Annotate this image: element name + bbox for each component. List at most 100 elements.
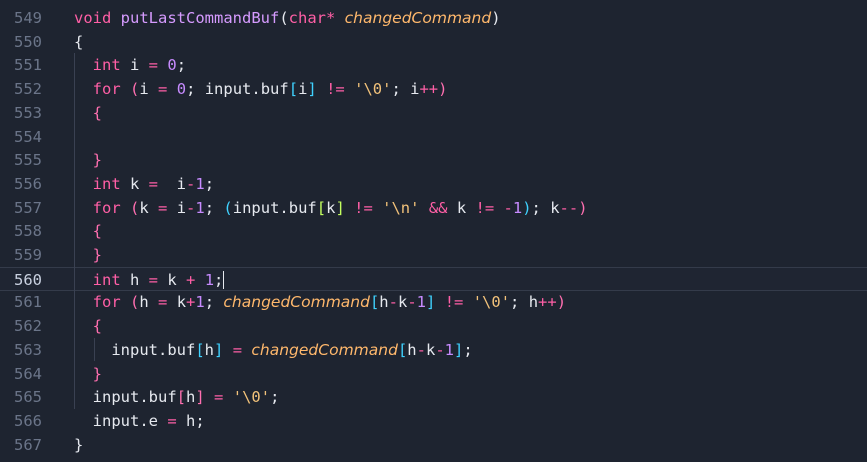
code-line[interactable]: 551 int i = 0; <box>0 53 867 77</box>
code-token: ( <box>223 198 233 217</box>
code-line[interactable]: 563 input.buf[h] = changedCommand[h-k-1]… <box>0 338 867 362</box>
text-cursor <box>223 270 225 289</box>
code-line[interactable]: 566 input.e = h; <box>0 409 867 433</box>
code-text[interactable]: void putLastCommandBuf(char* changedComm… <box>74 9 501 27</box>
code-text[interactable]: for (h = k+1; changedCommand[h-k-1] != '… <box>74 293 566 311</box>
code-line[interactable]: 552 for (i = 0; input.buf[i] != '\0'; i+… <box>0 77 867 101</box>
code-token: ] <box>214 340 224 359</box>
code-text[interactable]: } <box>74 246 102 264</box>
code-token: [ <box>195 340 205 359</box>
code-token: = <box>214 388 224 407</box>
code-token: } <box>74 435 84 454</box>
code-text[interactable]: { <box>74 33 83 51</box>
code-token: * <box>325 9 345 27</box>
code-token: [ <box>176 388 187 407</box>
code-token: - <box>186 198 196 217</box>
code-token: 1 <box>416 293 427 312</box>
code-token: ; <box>204 198 224 217</box>
code-token: input.buf <box>232 198 317 217</box>
code-text[interactable]: } <box>74 151 102 169</box>
code-token: h <box>139 293 159 312</box>
code-token: { <box>92 222 103 241</box>
code-token: != <box>326 80 345 99</box>
line-number: 566 <box>14 411 42 430</box>
code-token: - <box>416 340 426 359</box>
line-number: 564 <box>14 364 42 383</box>
code-token: i <box>139 80 159 99</box>
code-token: = <box>167 411 177 430</box>
code-token: putLastCommandBuf <box>120 9 280 27</box>
code-text[interactable]: int h = k + 1; <box>74 270 225 289</box>
code-token: { <box>92 103 103 122</box>
code-token: k <box>167 293 187 312</box>
code-line[interactable]: 557 for (k = i-1; (input.buf[k] != '\n' … <box>0 196 867 220</box>
code-text[interactable]: } <box>74 436 83 454</box>
line-number: 554 <box>14 127 42 146</box>
line-number: 549 <box>14 9 42 27</box>
code-line[interactable]: 553 { <box>0 101 867 125</box>
code-text[interactable]: for (k = i-1; (input.buf[k] != '\n' && k… <box>74 199 588 217</box>
code-line[interactable]: 555 } <box>0 148 867 172</box>
code-token: h <box>186 388 196 407</box>
line-number: 562 <box>14 317 42 336</box>
code-line[interactable]: 550 { <box>0 30 867 54</box>
code-line[interactable]: 565 input.buf[h] = '\0'; <box>0 385 867 409</box>
code-token: = <box>158 198 168 217</box>
code-line[interactable]: 558 { <box>0 219 867 243</box>
code-token: ( <box>279 9 289 27</box>
code-text[interactable]: } <box>74 365 102 383</box>
code-token: int <box>92 56 121 75</box>
code-text[interactable]: int i = 0; <box>74 56 186 74</box>
code-line[interactable]: 564 } <box>0 362 867 386</box>
line-number: 563 <box>14 340 42 359</box>
line-number: 561 <box>14 293 42 312</box>
code-line[interactable]: 561 for (h = k+1; changedCommand[h-k-1] … <box>0 290 867 314</box>
code-token: changedCommand <box>223 293 370 312</box>
code-text[interactable]: { <box>74 317 102 335</box>
code-text[interactable]: for (i = 0; input.buf[i] != '\0'; i++) <box>74 80 448 99</box>
code-token: 1 <box>195 293 205 312</box>
code-token: input.buf <box>92 388 177 407</box>
code-token: void <box>74 9 121 27</box>
code-token: { <box>74 32 84 51</box>
code-line[interactable]: 554 <box>0 125 867 149</box>
code-token: - <box>388 293 398 312</box>
code-token: ] <box>426 293 436 312</box>
code-token: h <box>407 340 417 359</box>
line-number: 567 <box>14 435 42 454</box>
code-text[interactable]: { <box>74 104 102 122</box>
code-token: ) <box>522 198 532 217</box>
code-token: k <box>425 340 436 359</box>
code-text[interactable]: input.e = h; <box>74 412 205 430</box>
code-line[interactable]: 562 { <box>0 314 867 338</box>
code-line[interactable]: 559 } <box>0 243 867 267</box>
code-text[interactable]: input.buf[h] = changedCommand[h-k-1]; <box>74 340 472 359</box>
code-text[interactable]: { <box>74 222 102 240</box>
code-token: h; <box>176 411 205 430</box>
code-token: = <box>158 293 168 312</box>
code-token: } <box>92 364 103 383</box>
code-token: = <box>232 340 243 359</box>
code-token: 1 <box>512 198 523 217</box>
code-line[interactable]: 560 int h = k + 1; <box>0 266 867 291</box>
code-line[interactable]: 567} <box>0 433 867 457</box>
code-text[interactable]: input.buf[h] = '\0'; <box>74 388 280 407</box>
code-token: } <box>92 151 103 170</box>
code-line[interactable]: 549 void putLastCommandBuf(char* changedC… <box>0 6 867 30</box>
code-token: ++ <box>419 80 439 99</box>
code-token: input.buf <box>111 340 196 359</box>
code-editor[interactable]: 549 void putLastCommandBuf(char* changedC… <box>0 0 867 462</box>
indent-guide <box>94 337 95 362</box>
code-text[interactable]: int k = i-1; <box>74 175 214 193</box>
code-line[interactable]: 556 int k = i-1; <box>0 172 867 196</box>
code-token: [ <box>369 293 380 312</box>
